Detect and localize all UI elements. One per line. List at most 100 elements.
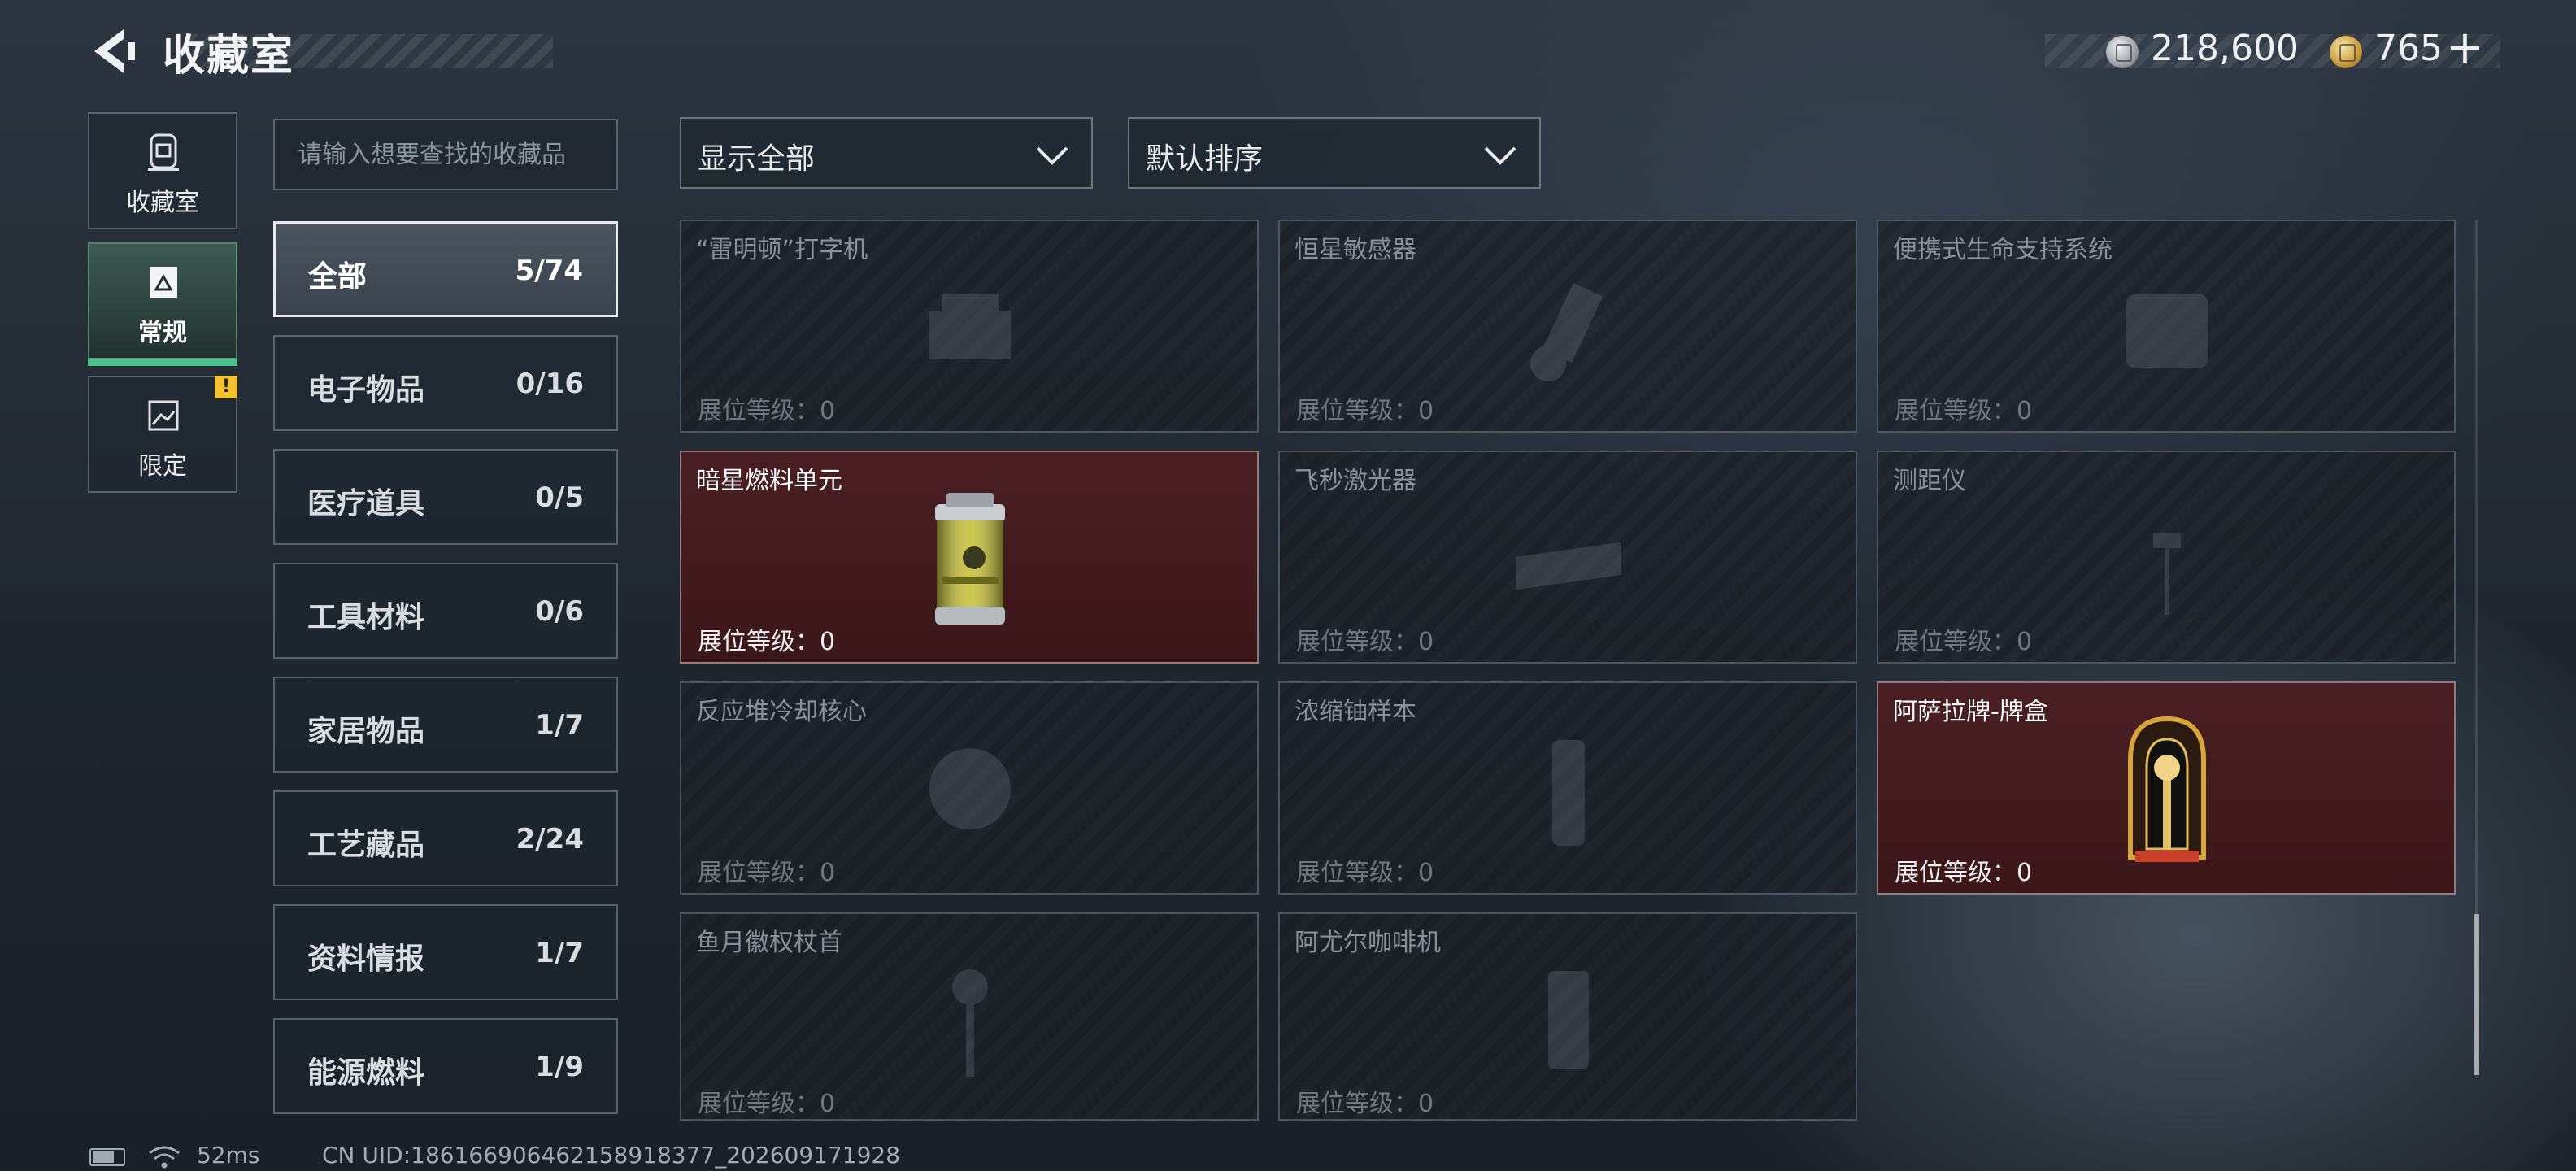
booth-level: 展位等级：0 bbox=[698, 628, 836, 656]
collectible-card[interactable]: 鱼月徽权杖首 展位等级：0 bbox=[680, 912, 1259, 1121]
booth-level: 展位等级：0 bbox=[1296, 859, 1434, 887]
search-input[interactable] bbox=[275, 120, 616, 189]
life-support-icon bbox=[2126, 294, 2208, 368]
sort-dropdown[interactable]: 默认排序 bbox=[1128, 117, 1541, 189]
item-name: 阿萨拉牌-牌盒 bbox=[1893, 698, 2048, 726]
item-name: “雷明顿”打字机 bbox=[696, 236, 868, 264]
item-name: 反应堆冷却核心 bbox=[696, 698, 867, 726]
collectible-card[interactable]: 反应堆冷却核心 展位等级：0 bbox=[680, 681, 1259, 895]
back-button[interactable] bbox=[88, 24, 138, 78]
uranium-sample-icon bbox=[1552, 740, 1585, 846]
star-sensor-icon bbox=[1530, 282, 1603, 381]
collectible-card[interactable]: 浓缩铀样本 展位等级：0 bbox=[1278, 681, 1857, 895]
active-tab-indicator bbox=[88, 359, 237, 366]
tab-label: 收藏室 bbox=[126, 189, 199, 217]
category-count: 5/74 bbox=[515, 255, 583, 287]
display-filter-value: 显示全部 bbox=[698, 142, 816, 176]
typewriter-icon bbox=[929, 294, 1011, 359]
silver-coin-icon bbox=[2106, 36, 2139, 68]
category-name: 工具材料 bbox=[307, 601, 425, 634]
collectible-card[interactable]: 阿尤尔咖啡机 展位等级：0 bbox=[1278, 912, 1857, 1121]
item-name: 阿尤尔咖啡机 bbox=[1295, 929, 1441, 957]
back-arrow-icon bbox=[94, 29, 135, 73]
collectible-card[interactable]: 阿萨拉牌-牌盒 展位等级：0 bbox=[1877, 681, 2456, 895]
tab-collection-room[interactable]: 收藏室 bbox=[88, 112, 237, 229]
collectible-card[interactable]: 便携式生命支持系统 展位等级：0 bbox=[1877, 220, 2456, 433]
item-name: 测距仪 bbox=[1893, 467, 1966, 495]
category-crafts[interactable]: 工艺藏品 2/24 bbox=[273, 790, 618, 886]
category-all[interactable]: 全部 5/74 bbox=[273, 221, 618, 317]
booth-level: 展位等级：0 bbox=[1296, 1090, 1434, 1118]
tab-label: 常规 bbox=[138, 319, 187, 347]
scepter-head-icon bbox=[952, 969, 988, 1077]
category-name: 家居物品 bbox=[307, 715, 425, 748]
collectible-card[interactable]: “雷明顿”打字机 展位等级：0 bbox=[680, 220, 1259, 433]
item-name: 鱼月徽权杖首 bbox=[696, 929, 842, 957]
display-filter-dropdown[interactable]: 显示全部 bbox=[680, 117, 1093, 189]
search-box bbox=[273, 119, 618, 190]
category-intel[interactable]: 资料情报 1/7 bbox=[273, 904, 618, 1000]
fuel-canister-icon bbox=[935, 493, 1005, 625]
category-count: 1/7 bbox=[535, 709, 584, 742]
category-tools[interactable]: 工具材料 0/6 bbox=[273, 563, 618, 659]
booth-level: 展位等级：0 bbox=[1895, 859, 2033, 887]
warning-badge: ! bbox=[215, 376, 237, 398]
category-name: 全部 bbox=[308, 260, 368, 294]
item-name: 浓缩铀样本 bbox=[1295, 698, 1416, 726]
collectible-card[interactable]: 测距仪 展位等级：0 bbox=[1877, 451, 2456, 664]
booth-level: 展位等级：0 bbox=[698, 1090, 836, 1118]
sort-value: 默认排序 bbox=[1146, 142, 1264, 176]
wifi-icon bbox=[149, 1146, 180, 1169]
category-count: 0/5 bbox=[535, 481, 584, 514]
category-count: 1/7 bbox=[535, 937, 584, 969]
gold-currency-value: 765 bbox=[2374, 28, 2443, 69]
item-name: 暗星燃料单元 bbox=[696, 467, 842, 495]
add-currency-button[interactable]: + bbox=[2446, 21, 2484, 74]
booth-level: 展位等级：0 bbox=[1895, 628, 2033, 656]
category-name: 能源燃料 bbox=[307, 1056, 425, 1090]
booth-level: 展位等级：0 bbox=[698, 397, 836, 425]
category-household[interactable]: 家居物品 1/7 bbox=[273, 677, 618, 773]
booth-level: 展位等级：0 bbox=[1296, 397, 1434, 425]
coffee-machine-icon bbox=[1548, 971, 1589, 1069]
battery-icon bbox=[89, 1148, 125, 1166]
tab-limited[interactable]: 限定 ! bbox=[88, 376, 237, 493]
chevron-down-icon bbox=[1484, 146, 1516, 165]
item-name: 恒星敏感器 bbox=[1295, 236, 1416, 264]
category-medical[interactable]: 医疗道具 0/5 bbox=[273, 449, 618, 545]
category-name: 工艺藏品 bbox=[307, 829, 425, 862]
collectible-card[interactable]: 暗星燃料单元 展位等级：0 bbox=[680, 451, 1259, 664]
limited-image-icon bbox=[148, 400, 179, 431]
item-name: 飞秒激光器 bbox=[1295, 467, 1416, 495]
category-count: 0/6 bbox=[535, 595, 584, 628]
category-count: 2/24 bbox=[516, 823, 584, 855]
silver-currency-value: 218,600 bbox=[2151, 28, 2299, 69]
collection-room-icon bbox=[148, 133, 179, 171]
category-name: 资料情报 bbox=[307, 942, 425, 976]
ping-value: 52ms bbox=[197, 1142, 260, 1169]
category-name: 电子物品 bbox=[307, 373, 425, 407]
page-title: 收藏室 bbox=[163, 32, 295, 81]
scrollbar-thumb[interactable] bbox=[2474, 914, 2479, 1075]
category-energy[interactable]: 能源燃料 1/9 bbox=[273, 1018, 618, 1114]
booth-level: 展位等级：0 bbox=[1296, 628, 1434, 656]
category-name: 医疗道具 bbox=[307, 487, 425, 520]
category-count: 0/16 bbox=[516, 368, 584, 400]
laser-icon bbox=[1516, 540, 1621, 592]
regular-image-icon bbox=[150, 267, 177, 298]
reactor-core-icon bbox=[929, 748, 1011, 829]
category-electronics[interactable]: 电子物品 0/16 bbox=[273, 335, 618, 431]
collectible-card[interactable]: 恒星敏感器 展位等级：0 bbox=[1278, 220, 1857, 433]
user-uid: CN UID:18616690646215891837​7_2026091719… bbox=[322, 1142, 901, 1169]
tab-regular[interactable]: 常规 bbox=[88, 242, 237, 366]
tab-label: 限定 bbox=[138, 452, 187, 481]
rangefinder-icon bbox=[2153, 533, 2181, 615]
card-box-icon bbox=[2128, 716, 2206, 862]
chevron-down-icon bbox=[1036, 146, 1068, 165]
booth-level: 展位等级：0 bbox=[1895, 397, 2033, 425]
category-count: 1/9 bbox=[535, 1051, 584, 1083]
collectible-card[interactable]: 飞秒激光器 展位等级：0 bbox=[1278, 451, 1857, 664]
gold-coin-icon bbox=[2330, 36, 2362, 68]
item-name: 便携式生命支持系统 bbox=[1893, 236, 2113, 264]
booth-level: 展位等级：0 bbox=[698, 859, 836, 887]
